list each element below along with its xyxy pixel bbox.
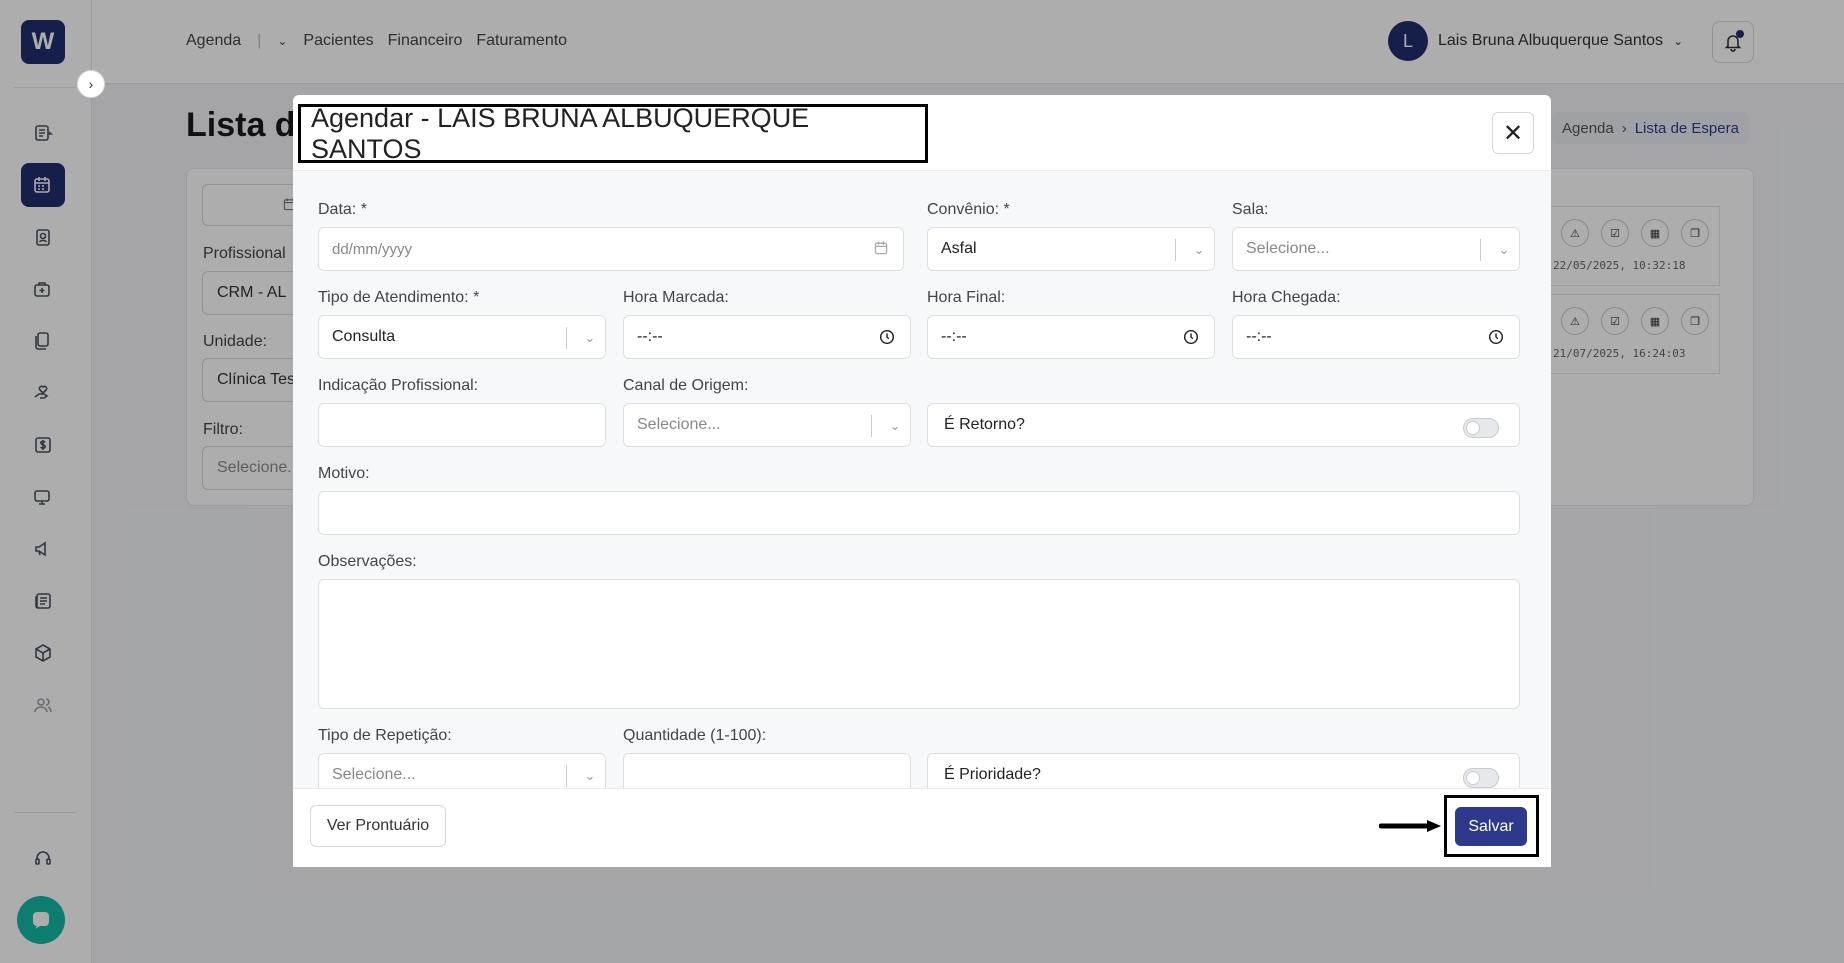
sala-select[interactable]: Selecione... ⌄	[1232, 227, 1520, 271]
repeticao-placeholder: Selecione...	[332, 766, 416, 783]
quantidade-input[interactable]	[623, 753, 911, 788]
canal-origem-label: Canal de Origem:	[623, 377, 749, 394]
hora-final-label: Hora Final:	[927, 289, 1006, 306]
chevron-down-icon: ⌄	[889, 418, 901, 433]
retorno-toggle-row[interactable]: É Retorno?	[927, 403, 1520, 447]
motivo-label: Motivo:	[318, 465, 370, 482]
hora-marcada-label: Hora Marcada:	[623, 289, 729, 306]
modal-footer: Ver Prontuário Salvar	[293, 788, 1551, 867]
select-indicator: ⌄	[566, 326, 605, 350]
observacoes-label: Observações:	[318, 553, 417, 570]
prioridade-switch[interactable]	[1463, 768, 1499, 788]
convenio-label: Convênio: *	[927, 201, 1010, 218]
tipo-atendimento-value: Consulta	[332, 328, 396, 345]
indicacao-input[interactable]	[318, 403, 606, 447]
tipo-atendimento-select[interactable]: Consulta ⌄	[318, 315, 606, 359]
close-icon: ✕	[1502, 119, 1524, 147]
retorno-switch[interactable]	[1463, 418, 1499, 438]
data-label: Data: *	[318, 201, 367, 218]
chevron-right-icon: ›	[88, 76, 94, 92]
hora-chegada-input[interactable]: --:--	[1232, 315, 1520, 359]
modal-title-text: Agendar - LAIS BRUNA ALBUQUERQUE SANTOS	[311, 102, 810, 164]
hora-marcada-input[interactable]: --:--	[623, 315, 911, 359]
observacoes-textarea[interactable]	[318, 579, 1520, 709]
sala-label: Sala:	[1232, 201, 1269, 218]
modal-body: Data: * dd/mm/yyyy Convênio: * Asfal ⌄ S…	[293, 171, 1551, 788]
data-placeholder: dd/mm/yyyy	[332, 240, 413, 258]
chevron-down-icon: ⌄	[584, 768, 596, 783]
canal-origem-placeholder: Selecione...	[637, 416, 721, 433]
close-button[interactable]: ✕	[1492, 112, 1534, 154]
select-indicator: ⌄	[566, 764, 605, 788]
repeticao-select[interactable]: Selecione... ⌄	[318, 753, 606, 788]
ver-prontuario-button[interactable]: Ver Prontuário	[310, 805, 446, 847]
convenio-value: Asfal	[941, 240, 977, 257]
chevron-down-icon: ⌄	[1193, 242, 1205, 257]
calendar-icon	[874, 241, 888, 255]
hora-chegada-label: Hora Chegada:	[1232, 289, 1341, 306]
motivo-input[interactable]	[318, 491, 1520, 535]
quantidade-label: Quantidade (1-100):	[623, 727, 767, 744]
select-indicator: ⌄	[871, 414, 910, 438]
clock-icon	[1488, 329, 1504, 345]
convenio-select[interactable]: Asfal ⌄	[927, 227, 1215, 271]
canal-origem-select[interactable]: Selecione... ⌄	[623, 403, 911, 447]
sidebar-toggle[interactable]: ›	[77, 70, 105, 98]
hora-final-input[interactable]: --:--	[927, 315, 1215, 359]
retorno-label: É Retorno?	[944, 416, 1025, 433]
sala-placeholder: Selecione...	[1246, 240, 1330, 257]
modal-title: Agendar - LAIS BRUNA ALBUQUERQUE SANTOS	[298, 102, 928, 164]
chevron-down-icon: ⌄	[584, 330, 596, 345]
arrow-right-icon	[1379, 820, 1441, 832]
schedule-modal: Agendar - LAIS BRUNA ALBUQUERQUE SANTOS …	[293, 95, 1551, 867]
hora-final-value: --:--	[941, 328, 967, 345]
tipo-atendimento-label: Tipo de Atendimento: *	[318, 289, 480, 306]
hora-marcada-value: --:--	[637, 328, 663, 345]
indicacao-label: Indicação Profissional:	[318, 377, 479, 394]
chevron-down-icon: ⌄	[1498, 242, 1510, 257]
hora-chegada-value: --:--	[1246, 328, 1272, 345]
save-button[interactable]: Salvar	[1455, 807, 1527, 846]
repeticao-label: Tipo de Repetição:	[318, 727, 452, 744]
data-input[interactable]: dd/mm/yyyy	[318, 227, 904, 271]
prioridade-label: É Prioridade?	[944, 766, 1041, 783]
select-indicator: ⌄	[1175, 238, 1214, 262]
clock-icon	[879, 329, 895, 345]
modal-header: Agendar - LAIS BRUNA ALBUQUERQUE SANTOS …	[293, 95, 1551, 171]
prioridade-toggle-row[interactable]: É Prioridade?	[927, 753, 1520, 788]
select-indicator: ⌄	[1480, 238, 1519, 262]
clock-icon	[1183, 329, 1199, 345]
